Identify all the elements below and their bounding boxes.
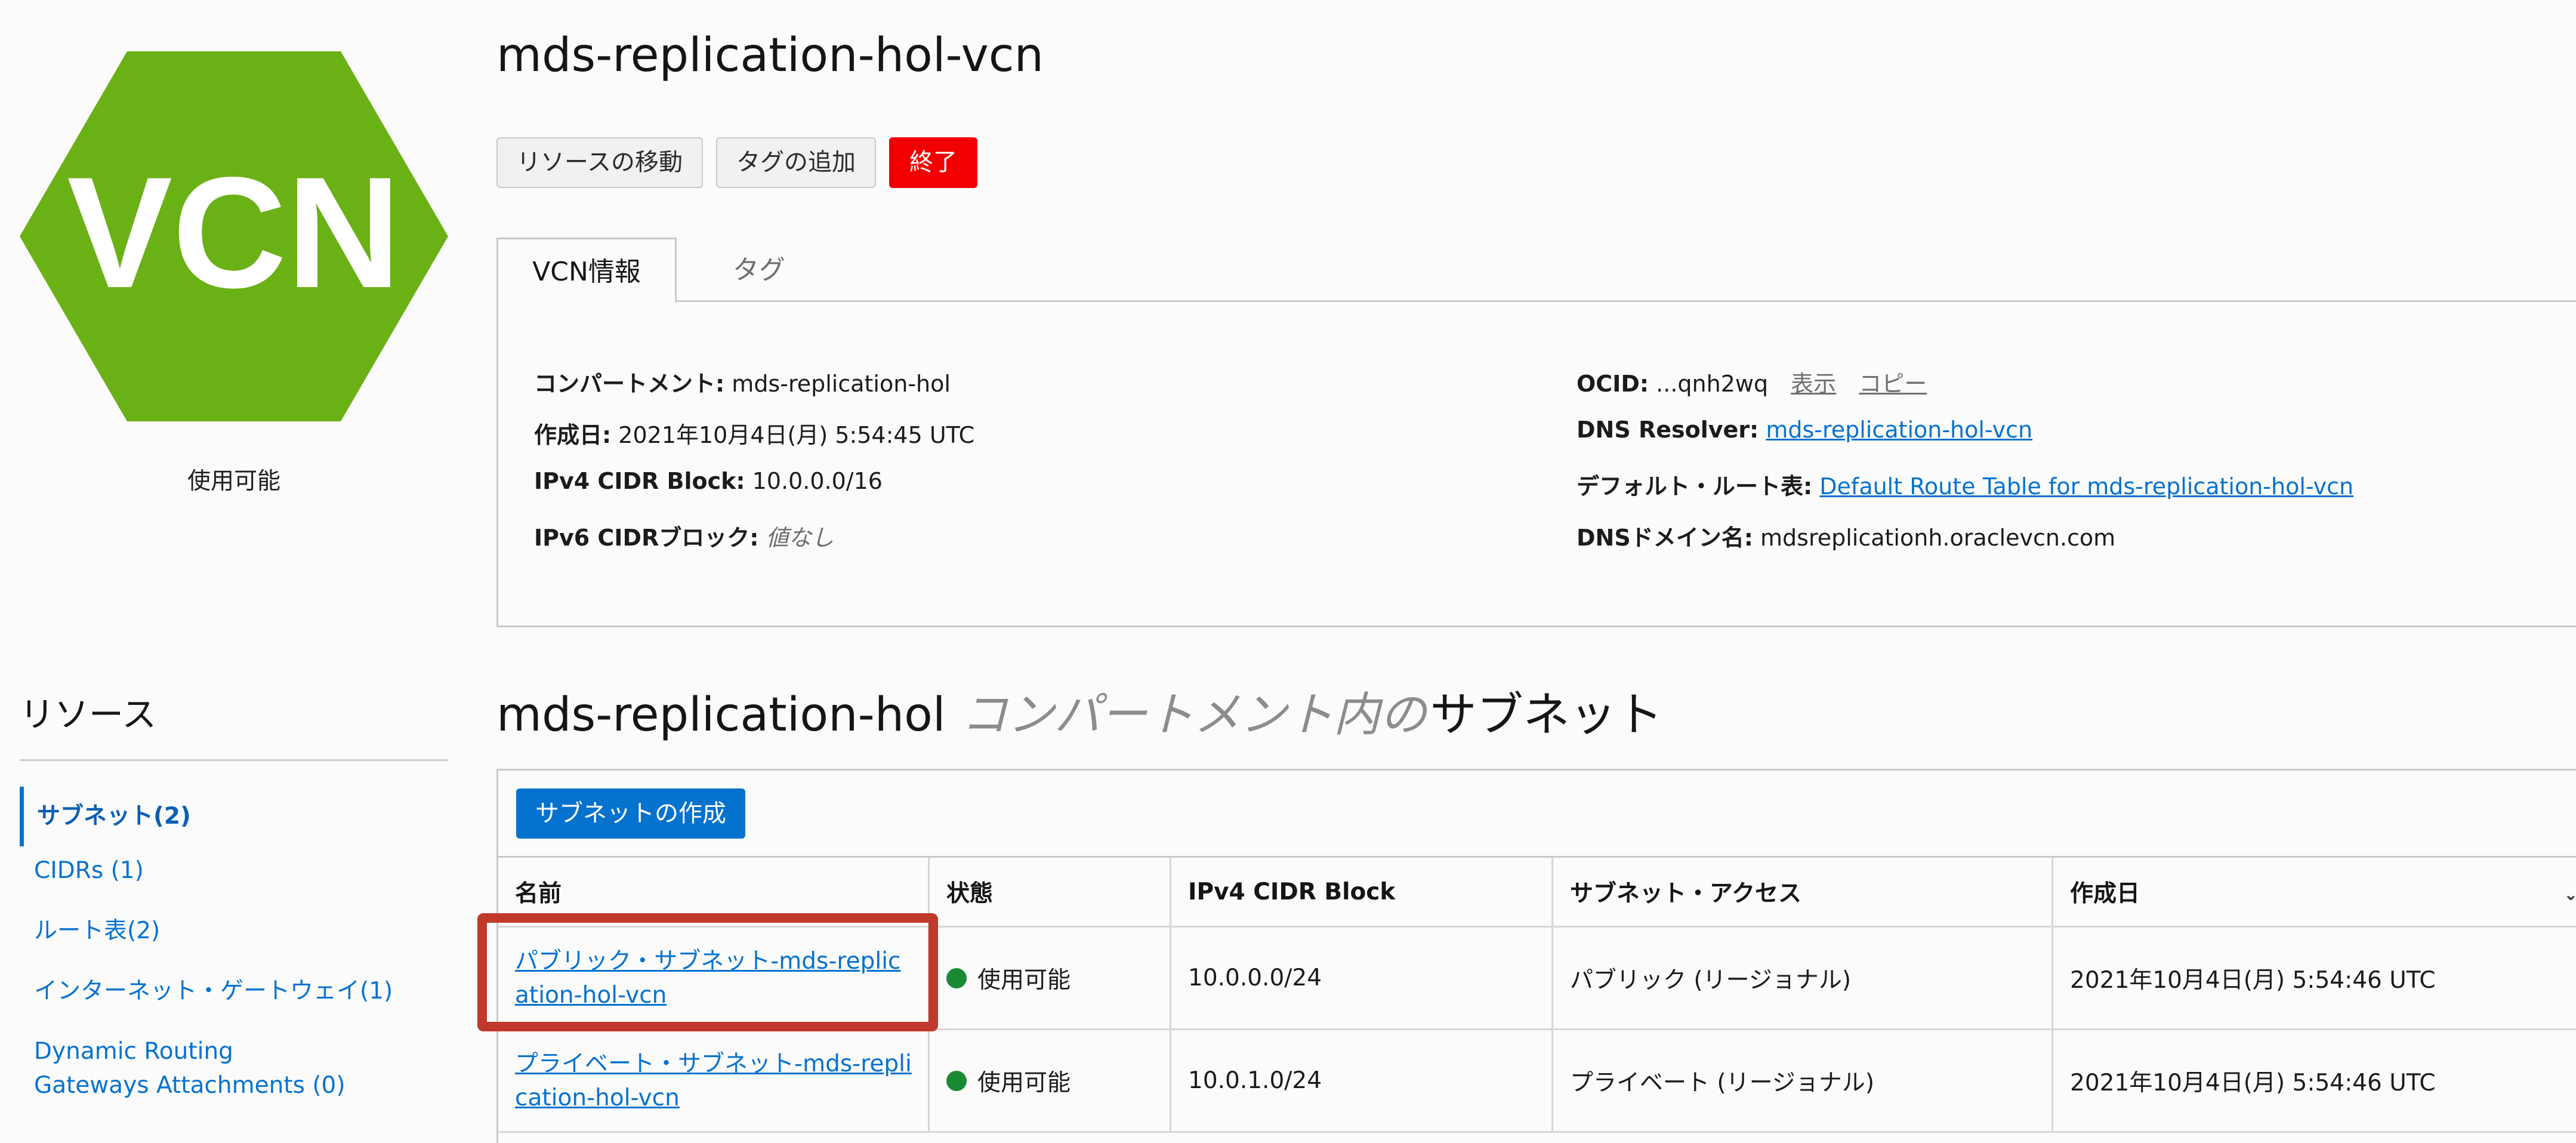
subnets-table: 名前 状態 IPv4 CIDR Block サブネット・アクセス 作成日 ⌄ パ…	[498, 856, 2576, 1133]
subnet-name-link[interactable]: パブリック・サブネット-mds-replic ation-hol-vcn	[515, 944, 900, 1012]
subnet-access: パブリック (リージョナル)	[1551, 928, 2051, 1028]
section-in-compartment: コンパートメント内の	[961, 688, 1427, 742]
subnet-name-line1: パブリック・サブネット-mds-replic	[515, 947, 901, 975]
subnet-created: 2021年10月4日(月) 5:54:46 UTC	[2051, 928, 2576, 1028]
resource-item-route-tables[interactable]: ルート表(2)	[20, 914, 448, 948]
ipv6-label: IPv6 CIDRブロック:	[534, 525, 759, 551]
default-route-link[interactable]: Default Route Table for mds-replication-…	[1819, 473, 2353, 500]
terminate-button[interactable]: 終了	[889, 137, 977, 188]
resource-item-internet-gateways[interactable]: インターネット・ゲートウェイ(1)	[20, 974, 448, 1008]
column-header-created-label: 作成日	[2070, 880, 2140, 907]
section-subnets-word: サブネット	[1430, 688, 1663, 742]
vcn-status: 使用可能	[187, 468, 280, 495]
ocid-value: ...qnh2wq	[1656, 371, 1769, 397]
available-status-dot-icon	[946, 1070, 967, 1091]
subnet-state-cell: 使用可能	[928, 928, 1170, 1028]
subnets-panel: サブネットの作成 名前 状態 IPv4 CIDR Block サブネット・アクセ…	[496, 769, 2576, 1143]
move-resource-button[interactable]: リソースの移動	[496, 137, 703, 188]
table-row: プライベート・サブネット-mds-repli cation-hol-vcn 使用…	[498, 1030, 2576, 1133]
info-created: 作成日: 2021年10月4日(月) 5:54:45 UTC	[534, 417, 974, 449]
resource-item-drg-attachments[interactable]: Dynamic Routing Gateways Attachments (0)	[20, 1034, 354, 1102]
tab-vcn-info[interactable]: VCN情報	[496, 238, 677, 303]
column-header-state[interactable]: 状態	[928, 858, 1170, 926]
default-route-label: デフォルト・ルート表:	[1577, 473, 1813, 500]
subnet-access: プライベート (リージョナル)	[1551, 1030, 2051, 1131]
subnet-name-line2: cation-hol-vcn	[515, 1084, 680, 1111]
vcn-hexagon-icon: VCN	[20, 51, 448, 421]
subnet-state-cell: 使用可能	[928, 1030, 1170, 1131]
info-ipv6: IPv6 CIDRブロック: 値なし	[534, 519, 834, 552]
ocid-label: OCID:	[1577, 371, 1649, 397]
resource-item-subnets[interactable]: サブネット(2)	[20, 787, 448, 846]
info-dns-resolver: DNS Resolver: mds-replication-hol-vcn	[1577, 417, 2032, 443]
dns-resolver-label: DNS Resolver:	[1577, 417, 1759, 443]
detail-tabs: VCN情報 タグ	[496, 238, 2576, 303]
dns-domain-value: mdsreplicationh.oraclevcn.com	[1760, 525, 2116, 551]
column-header-subnet-access[interactable]: サブネット・アクセス	[1551, 858, 2051, 926]
subnet-name-line2: ation-hol-vcn	[515, 981, 667, 1009]
available-status-dot-icon	[946, 968, 967, 988]
ipv4-label: IPv4 CIDR Block:	[534, 468, 745, 494]
page-title: mds-replication-hol-vcn	[496, 29, 1044, 82]
compartment-value: mds-replication-hol	[732, 371, 951, 397]
dns-resolver-link[interactable]: mds-replication-hol-vcn	[1766, 417, 2032, 443]
vcn-info-panel: コンパートメント: mds-replication-hol 作成日: 2021年…	[496, 302, 2576, 627]
table-row: パブリック・サブネット-mds-replic ation-hol-vcn 使用可…	[498, 928, 2576, 1030]
subnet-name-link[interactable]: プライベート・サブネット-mds-repli cation-hol-vcn	[515, 1047, 912, 1115]
subnet-cidr: 10.0.1.0/24	[1170, 1030, 1551, 1131]
info-default-route: デフォルト・ルート表: Default Route Table for mds-…	[1577, 468, 2353, 501]
dns-domain-label: DNSドメイン名:	[1577, 525, 1753, 551]
ocid-show-link[interactable]: 表示	[1791, 371, 1836, 397]
ipv6-value: 値なし	[766, 525, 834, 551]
column-header-created[interactable]: 作成日 ⌄	[2051, 858, 2576, 926]
created-value: 2021年10月4日(月) 5:54:45 UTC	[618, 422, 975, 448]
vcn-badge-text: VCN	[67, 144, 401, 321]
subnet-name-line1: プライベート・サブネット-mds-repli	[515, 1050, 912, 1077]
ipv4-value: 10.0.0.0/16	[752, 468, 883, 494]
subnets-section-title: mds-replication-hol コンパートメント内のサブネット	[496, 677, 1663, 744]
sort-caret-icon[interactable]: ⌄	[2564, 885, 2576, 904]
section-compartment-name: mds-replication-hol	[496, 688, 946, 742]
column-header-name[interactable]: 名前	[498, 858, 928, 926]
tab-tags[interactable]: タグ	[711, 238, 807, 303]
subnet-name-cell: プライベート・サブネット-mds-repli cation-hol-vcn	[498, 1030, 928, 1131]
compartment-label: コンパートメント:	[534, 371, 725, 397]
info-compartment: コンパートメント: mds-replication-hol	[534, 365, 951, 398]
add-tag-button[interactable]: タグの追加	[716, 137, 876, 188]
subnet-created: 2021年10月4日(月) 5:54:46 UTC	[2051, 1030, 2576, 1131]
ocid-copy-link[interactable]: コピー	[1859, 371, 1927, 397]
action-toolbar: リソースの移動 タグの追加 終了	[496, 137, 977, 188]
info-dns-domain: DNSドメイン名: mdsreplicationh.oraclevcn.com	[1577, 519, 2115, 552]
created-label: 作成日:	[534, 422, 612, 448]
info-ipv4: IPv4 CIDR Block: 10.0.0.0/16	[534, 468, 883, 494]
create-subnet-button[interactable]: サブネットの作成	[516, 788, 745, 839]
resources-nav: サブネット(2) CIDRs (1) ルート表(2) インターネット・ゲートウェ…	[20, 787, 448, 1102]
column-header-ipv4-cidr[interactable]: IPv4 CIDR Block	[1170, 858, 1551, 926]
resource-item-cidrs[interactable]: CIDRs (1)	[20, 854, 448, 888]
resources-heading: リソース	[20, 686, 448, 761]
info-ocid: OCID: ...qnh2wq 表示 コピー	[1577, 365, 1927, 398]
subnet-state: 使用可能	[977, 966, 1071, 994]
subnet-cidr: 10.0.0.0/24	[1170, 928, 1551, 1028]
table-header-row: 名前 状態 IPv4 CIDR Block サブネット・アクセス 作成日 ⌄	[498, 858, 2576, 928]
subnet-name-cell: パブリック・サブネット-mds-replic ation-hol-vcn	[498, 928, 928, 1028]
subnet-state: 使用可能	[977, 1069, 1071, 1096]
